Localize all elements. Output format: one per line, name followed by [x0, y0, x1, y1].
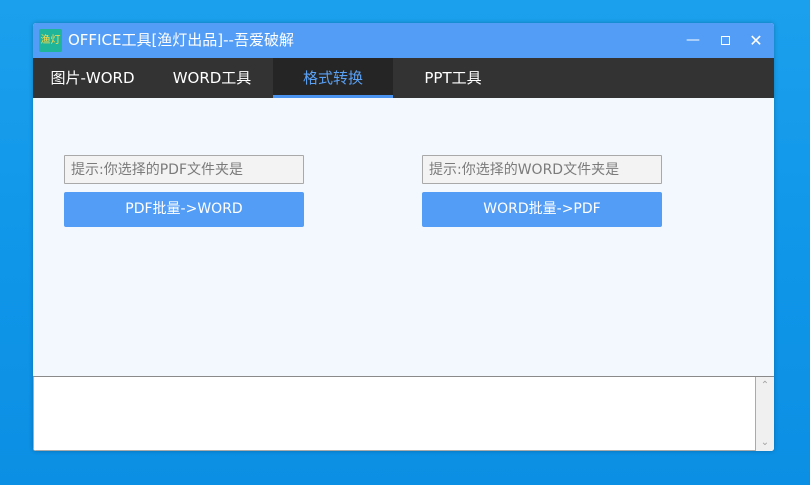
maximize-icon [720, 35, 730, 45]
title-bar[interactable]: 渔灯 OFFICE工具[渔灯出品]--吾爱破解 — ✕ [33, 23, 774, 58]
word-to-pdf-button[interactable]: WORD批量->PDF [422, 192, 662, 227]
tab-ppt-tools[interactable]: PPT工具 [393, 58, 513, 98]
tab-format-conversion[interactable]: 格式转换 [273, 58, 393, 98]
pdf-folder-input[interactable] [64, 155, 304, 184]
scroll-up-icon[interactable]: ⌃ [756, 377, 774, 394]
close-icon: ✕ [749, 31, 763, 50]
maximize-button[interactable] [710, 23, 740, 58]
close-button[interactable]: ✕ [741, 23, 771, 58]
tab-image-to-word[interactable]: 图片-WORD [33, 58, 152, 98]
log-textarea[interactable] [33, 377, 756, 451]
active-tab-indicator [273, 95, 393, 98]
minimize-button[interactable]: — [678, 23, 708, 58]
app-window: 渔灯 OFFICE工具[渔灯出品]--吾爱破解 — ✕ 图片-WORD WORD… [33, 23, 774, 451]
log-scrollbar[interactable]: ⌃ ⌄ [756, 377, 774, 451]
window-title: OFFICE工具[渔灯出品]--吾爱破解 [68, 31, 294, 49]
tab-format-conversion-label: 格式转换 [302, 69, 363, 87]
pdf-to-word-button[interactable]: PDF批量->WORD [64, 192, 304, 227]
minimize-icon: — [686, 32, 700, 48]
app-logo-icon: 渔灯 [39, 29, 62, 52]
word-folder-input[interactable] [422, 155, 662, 184]
tab-bar: 图片-WORD WORD工具 格式转换 PPT工具 [33, 58, 774, 98]
log-panel: ⌃ ⌄ [33, 376, 774, 451]
tab-word-tools[interactable]: WORD工具 [152, 58, 272, 98]
scroll-down-icon[interactable]: ⌄ [756, 434, 774, 451]
